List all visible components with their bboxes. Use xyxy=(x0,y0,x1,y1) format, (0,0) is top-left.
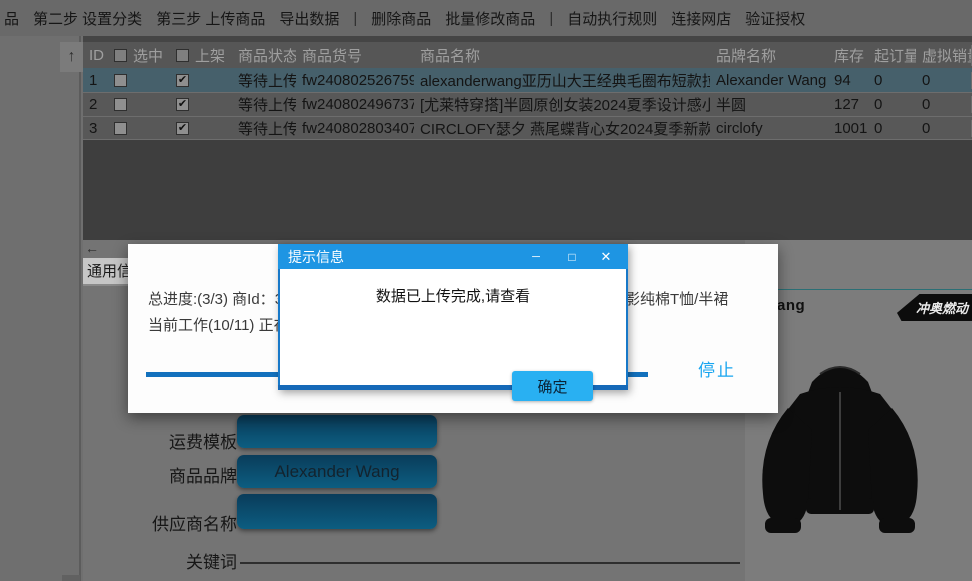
cell-stock: 127 xyxy=(828,96,868,113)
app-window: 品 第二步 设置分类 第三步 上传商品 导出数据 | 删除商品 批量修改商品 |… xyxy=(0,0,972,581)
cell-virtual-sales: 0 xyxy=(916,72,972,89)
cell-name: alexanderwang亚历山大王经典毛圈布短款拉链连 xyxy=(414,70,710,91)
header-sku[interactable]: 商品货号 xyxy=(296,45,414,66)
menu-bar: 品 第二步 设置分类 第三步 上传商品 导出数据 | 删除商品 批量修改商品 |… xyxy=(0,0,972,36)
menu-item-connect-store[interactable]: 连接网店 xyxy=(671,8,731,29)
menu-item-step3-upload-products[interactable]: 第三步 上传商品 xyxy=(156,8,265,29)
supplier-name-label: 供应商名称 xyxy=(105,510,237,535)
cell-status: 等待上传 xyxy=(232,118,296,139)
header-listed-label: 上架 xyxy=(195,45,225,66)
checkbox-checked-icon[interactable] xyxy=(176,98,189,111)
promo-badge: 冲奥燃动 xyxy=(897,294,972,321)
keywords-input[interactable] xyxy=(240,562,740,564)
cell-brand: 半圆 xyxy=(710,94,828,115)
scroll-up-icon[interactable]: ↑ xyxy=(60,42,83,72)
header-selected[interactable]: 选中 xyxy=(108,45,170,66)
dialog-body: 数据已上传完成,请查看 确定 xyxy=(278,269,628,385)
cell-id: 3 xyxy=(83,120,108,137)
header-selected-label: 选中 xyxy=(133,45,163,66)
cell-stock: 1001 xyxy=(828,120,868,137)
menu-item-export-data[interactable]: 导出数据 xyxy=(279,8,339,29)
shipping-template-label: 运费模板 xyxy=(105,428,237,453)
progress-product-text: 影纯棉T恤/半裙 xyxy=(625,288,728,309)
cell-min-order: 0 xyxy=(868,72,916,89)
minimize-icon[interactable]: ─ xyxy=(528,244,544,269)
checkbox-unchecked-icon[interactable] xyxy=(114,49,127,62)
cell-id: 2 xyxy=(83,96,108,113)
header-min-order[interactable]: 起订量 xyxy=(868,45,916,66)
checkbox-unchecked-icon[interactable] xyxy=(114,98,127,111)
header-virtual-sales[interactable]: 虚拟销量 xyxy=(916,45,972,66)
cell-sku: fw240802803407 xyxy=(296,120,414,137)
cell-brand: circlofy xyxy=(710,120,828,137)
cell-virtual-sales: 0 xyxy=(916,96,972,113)
left-gutter: ↑ xyxy=(0,36,81,581)
checkbox-unchecked-icon[interactable] xyxy=(114,74,127,87)
product-preview-panel: ang 冲奥燃动 xyxy=(745,240,972,581)
cell-name: CIRCLOFY瑟夕 燕尾蝶背心女2024夏季新款蝴蝶剪 xyxy=(414,118,710,139)
product-brand-field[interactable]: Alexander Wang xyxy=(237,455,437,488)
tab-general-info[interactable]: 通用信息 xyxy=(83,258,130,286)
product-brand-label: 商品品牌 xyxy=(105,462,237,487)
close-icon[interactable]: ✕ xyxy=(598,244,614,269)
menu-item-auto-rules[interactable]: 自动执行规则 xyxy=(567,8,657,29)
cell-brand: Alexander Wang xyxy=(710,72,828,89)
cell-status: 等待上传 xyxy=(232,70,296,91)
supplier-name-field[interactable] xyxy=(237,494,437,529)
checkbox-unchecked-icon[interactable] xyxy=(114,122,127,135)
cell-id: 1 xyxy=(83,72,108,89)
keywords-label: 关键词 xyxy=(105,548,237,573)
header-name[interactable]: 商品名称 xyxy=(414,45,710,66)
header-listed[interactable]: 上架 xyxy=(170,45,232,66)
stop-button[interactable]: 停止 xyxy=(698,356,736,381)
menu-item-batch-edit-products[interactable]: 批量修改商品 xyxy=(445,8,535,29)
header-stock[interactable]: 库存 xyxy=(828,45,868,66)
dialog-title: 提示信息 xyxy=(288,247,344,267)
header-id[interactable]: ID xyxy=(83,47,108,64)
cell-sku: fw240802526759 xyxy=(296,72,414,89)
table-empty-area xyxy=(83,140,972,240)
checkbox-unchecked-icon[interactable] xyxy=(176,49,189,62)
checkbox-checked-icon[interactable] xyxy=(176,74,189,87)
dialog-titlebar[interactable]: 提示信息 ─ □ ✕ xyxy=(278,244,628,269)
back-arrow-icon[interactable]: ← xyxy=(85,240,99,256)
shipping-template-field[interactable] xyxy=(237,415,437,448)
gutter-corner xyxy=(62,575,80,581)
cell-name: [尤莱特穿搭]半圆原创女装2024夏季设计感小众高 xyxy=(414,94,710,115)
header-brand[interactable]: 品牌名称 xyxy=(710,45,828,66)
message-dialog: 提示信息 ─ □ ✕ 数据已上传完成,请查看 确定 xyxy=(278,244,628,390)
menu-item-step2-set-category[interactable]: 第二步 设置分类 xyxy=(33,8,142,29)
table-header-row: ID 选中 上架 商品状态 商品货号 商品名称 品牌名称 库存 起订量 虚拟销量 xyxy=(83,42,972,68)
menu-item-verify-auth[interactable]: 验证授权 xyxy=(745,8,805,29)
table-row[interactable]: 3 等待上传 fw240802803407 CIRCLOFY瑟夕 燕尾蝶背心女2… xyxy=(83,116,972,140)
menu-separator: | xyxy=(353,10,357,27)
cell-min-order: 0 xyxy=(868,120,916,137)
checkbox-checked-icon[interactable] xyxy=(176,122,189,135)
menu-separator: | xyxy=(549,10,553,27)
divider xyxy=(745,289,972,290)
table-row[interactable]: 1 等待上传 fw240802526759 alexanderwang亚历山大王… xyxy=(83,68,972,92)
header-status[interactable]: 商品状态 xyxy=(232,45,296,66)
cell-status: 等待上传 xyxy=(232,94,296,115)
ok-button[interactable]: 确定 xyxy=(512,371,593,401)
maximize-icon[interactable]: □ xyxy=(564,244,580,269)
dialog-message: 数据已上传完成,请查看 xyxy=(280,285,626,306)
cell-stock: 94 xyxy=(828,72,868,89)
menu-item-products-partial[interactable]: 品 xyxy=(4,8,19,29)
cell-virtual-sales: 0 xyxy=(916,120,972,137)
table-row[interactable]: 2 等待上传 fw240802496737 [尤莱特穿搭]半圆原创女装2024夏… xyxy=(83,92,972,116)
brand-logo-partial-text: ang xyxy=(777,297,805,314)
cell-min-order: 0 xyxy=(868,96,916,113)
cell-sku: fw240802496737 xyxy=(296,96,414,113)
product-table: ID 选中 上架 商品状态 商品货号 商品名称 品牌名称 库存 起订量 虚拟销量… xyxy=(83,42,972,140)
menu-item-delete-product[interactable]: 删除商品 xyxy=(371,8,431,29)
